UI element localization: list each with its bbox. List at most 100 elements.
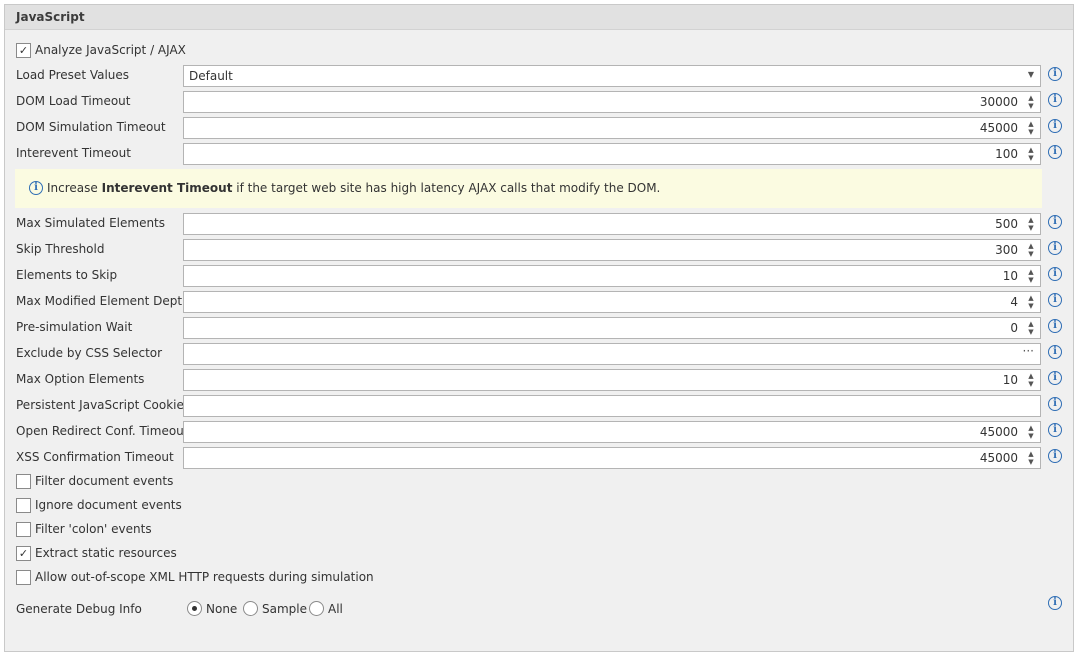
stepper-icon[interactable]: ▲ ▼ bbox=[1026, 216, 1036, 232]
info-icon[interactable]: i bbox=[1048, 423, 1062, 437]
option-checkbox[interactable] bbox=[16, 570, 31, 585]
option-checkbox[interactable] bbox=[16, 498, 31, 513]
setting-input[interactable]: 10 ▲ ▼ bbox=[183, 265, 1041, 287]
setting-label: Skip Threshold bbox=[16, 242, 105, 256]
setting-label: Pre-simulation Wait bbox=[16, 320, 133, 334]
preset-dropdown[interactable]: Default ▼ bbox=[183, 65, 1041, 87]
info-banner: i Increase Interevent Timeout if the tar… bbox=[15, 169, 1042, 208]
spin-down-icon[interactable]: ▼ bbox=[1028, 224, 1033, 232]
setting-row: Elements to Skip 10 ▲ ▼ i bbox=[5, 265, 1073, 287]
setting-input[interactable]: 4 ▲ ▼ bbox=[183, 291, 1041, 313]
radio-all[interactable] bbox=[309, 601, 324, 616]
info-icon[interactable]: i bbox=[1048, 267, 1062, 281]
chevron-down-icon[interactable]: ▼ bbox=[1028, 70, 1034, 79]
option-checkbox[interactable]: ✓ bbox=[16, 546, 31, 561]
analyze-checkbox[interactable]: ✓ bbox=[16, 43, 31, 58]
spin-up-icon[interactable]: ▲ bbox=[1028, 320, 1033, 328]
setting-label: Exclude by CSS Selector bbox=[16, 346, 163, 360]
spin-down-icon[interactable]: ▼ bbox=[1028, 458, 1033, 466]
info-icon[interactable]: i bbox=[1048, 67, 1062, 81]
setting-value: 45000 bbox=[979, 451, 1018, 465]
spin-up-icon[interactable]: ▲ bbox=[1028, 216, 1033, 224]
spin-up-icon[interactable]: ▲ bbox=[1028, 242, 1033, 250]
spin-down-icon[interactable]: ▼ bbox=[1028, 380, 1033, 388]
stepper-icon[interactable]: ▲ ▼ bbox=[1026, 424, 1036, 440]
setting-label: DOM Load Timeout bbox=[16, 94, 131, 108]
setting-input[interactable]: 45000 ▲ ▼ bbox=[183, 117, 1041, 139]
setting-input[interactable]: ··· bbox=[183, 343, 1041, 365]
checkbox-row: Filter document events bbox=[5, 474, 1073, 496]
stepper-icon[interactable]: ▲ ▼ bbox=[1026, 120, 1036, 136]
radio-dot bbox=[192, 606, 197, 611]
info-icon[interactable]: i bbox=[1048, 293, 1062, 307]
setting-row: Max Modified Element Depth 4 ▲ ▼ i bbox=[5, 291, 1073, 313]
setting-input[interactable]: 30000 ▲ ▼ bbox=[183, 91, 1041, 113]
setting-input[interactable]: 100 ▲ ▼ bbox=[183, 143, 1041, 165]
stepper-icon[interactable]: ▲ ▼ bbox=[1026, 320, 1036, 336]
info-icon[interactable]: i bbox=[1048, 397, 1062, 411]
setting-value: 30000 bbox=[979, 95, 1018, 109]
checkbox-row: Filter 'colon' events bbox=[5, 522, 1073, 544]
stepper-icon[interactable]: ▲ ▼ bbox=[1026, 94, 1036, 110]
setting-input[interactable]: 45000 ▲ ▼ bbox=[183, 421, 1041, 443]
stepper-icon[interactable]: ▲ ▼ bbox=[1026, 294, 1036, 310]
spin-down-icon[interactable]: ▼ bbox=[1028, 302, 1033, 310]
setting-label: XSS Confirmation Timeout bbox=[16, 450, 174, 464]
info-icon[interactable]: i bbox=[1048, 319, 1062, 333]
option-checkbox-label: Extract static resources bbox=[35, 546, 177, 560]
stepper-icon[interactable]: ▲ ▼ bbox=[1026, 268, 1036, 284]
info-icon: i bbox=[29, 181, 43, 195]
spin-up-icon[interactable]: ▲ bbox=[1028, 450, 1033, 458]
setting-input[interactable] bbox=[183, 395, 1041, 417]
option-checkbox[interactable] bbox=[16, 522, 31, 537]
setting-row: XSS Confirmation Timeout 45000 ▲ ▼ i bbox=[5, 447, 1073, 469]
setting-input[interactable]: 0 ▲ ▼ bbox=[183, 317, 1041, 339]
spin-down-icon[interactable]: ▼ bbox=[1028, 250, 1033, 258]
stepper-icon[interactable]: ▲ ▼ bbox=[1026, 450, 1036, 466]
ellipsis-icon[interactable]: ··· bbox=[1023, 344, 1034, 358]
setting-label: Max Modified Element Depth bbox=[16, 294, 190, 308]
info-icon[interactable]: i bbox=[1048, 215, 1062, 229]
info-icon[interactable]: i bbox=[1048, 93, 1062, 107]
info-icon[interactable]: i bbox=[1048, 371, 1062, 385]
info-icon[interactable]: i bbox=[1048, 345, 1062, 359]
setting-input[interactable]: 500 ▲ ▼ bbox=[183, 213, 1041, 235]
info-icon[interactable]: i bbox=[1048, 145, 1062, 159]
panel-title: JavaScript bbox=[16, 10, 85, 24]
spin-down-icon[interactable]: ▼ bbox=[1028, 154, 1033, 162]
stepper-icon[interactable]: ▲ ▼ bbox=[1026, 242, 1036, 258]
setting-value: 45000 bbox=[979, 425, 1018, 439]
spin-down-icon[interactable]: ▼ bbox=[1028, 432, 1033, 440]
spin-up-icon[interactable]: ▲ bbox=[1028, 146, 1033, 154]
setting-row: Open Redirect Conf. Timeout 45000 ▲ ▼ i bbox=[5, 421, 1073, 443]
setting-row: Interevent Timeout 100 ▲ ▼ i bbox=[5, 143, 1073, 165]
info-icon[interactable]: i bbox=[1048, 596, 1062, 610]
spin-up-icon[interactable]: ▲ bbox=[1028, 268, 1033, 276]
radio-none[interactable] bbox=[187, 601, 202, 616]
setting-row: Persistent JavaScript Cookies i bbox=[5, 395, 1073, 417]
spin-up-icon[interactable]: ▲ bbox=[1028, 372, 1033, 380]
spin-down-icon[interactable]: ▼ bbox=[1028, 276, 1033, 284]
setting-value: 100 bbox=[995, 147, 1018, 161]
setting-input[interactable]: 45000 ▲ ▼ bbox=[183, 447, 1041, 469]
radio-all-label: All bbox=[328, 602, 343, 616]
option-checkbox[interactable] bbox=[16, 474, 31, 489]
setting-input[interactable]: 10 ▲ ▼ bbox=[183, 369, 1041, 391]
spin-up-icon[interactable]: ▲ bbox=[1028, 294, 1033, 302]
spin-up-icon[interactable]: ▲ bbox=[1028, 94, 1033, 102]
setting-label: DOM Simulation Timeout bbox=[16, 120, 166, 134]
info-icon[interactable]: i bbox=[1048, 119, 1062, 133]
stepper-icon[interactable]: ▲ ▼ bbox=[1026, 146, 1036, 162]
setting-label: Max Simulated Elements bbox=[16, 216, 166, 230]
spin-down-icon[interactable]: ▼ bbox=[1028, 128, 1033, 136]
setting-input[interactable]: 300 ▲ ▼ bbox=[183, 239, 1041, 261]
spin-up-icon[interactable]: ▲ bbox=[1028, 424, 1033, 432]
stepper-icon[interactable]: ▲ ▼ bbox=[1026, 372, 1036, 388]
spin-up-icon[interactable]: ▲ bbox=[1028, 120, 1033, 128]
option-checkbox-label: Filter 'colon' events bbox=[35, 522, 152, 536]
radio-sample[interactable] bbox=[243, 601, 258, 616]
spin-down-icon[interactable]: ▼ bbox=[1028, 102, 1033, 110]
info-icon[interactable]: i bbox=[1048, 449, 1062, 463]
info-icon[interactable]: i bbox=[1048, 241, 1062, 255]
spin-down-icon[interactable]: ▼ bbox=[1028, 328, 1033, 336]
